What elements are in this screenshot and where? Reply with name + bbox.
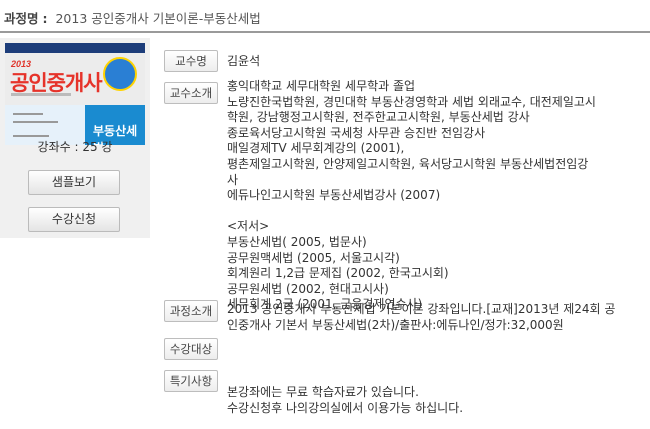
sample-view-button[interactable]: 샘플보기 [28,170,120,195]
professor-name: 김윤석 [227,54,261,68]
intro-line: 평촌제일고시학원, 안양제일고시학원, 육서당고시학원 부동산세법전임강 [227,156,589,171]
target-audience-label: 수강대상 [164,338,218,360]
intro-line: 홍익대학교 세무대학원 세무학과 졸업 [227,79,416,93]
course-intro-label: 과정소개 [164,300,218,322]
professor-name-label: 교수명 [164,50,218,72]
book-entry: 회계원리 1,2급 문제집 (2002, 한국고시회) [227,266,449,281]
special-notes-text: 본강좌에는 무료 학습자료가 있습니다. 수강신청후 나의강의실에서 이용가능 … [227,385,632,416]
special-line: 수강신청후 나의강의실에서 이용가능 하십니다. [227,400,464,415]
lecture-count: 강좌수 : 25 강 [37,140,113,154]
book-entry: 부동산세법( 2005, 법문사) [227,234,367,249]
professor-intro-text: 홍익대학교 세무대학원 세무학과 졸업 노량진한국법학원, 경민대학 부동산경영… [227,79,632,313]
intro-line: 노량진한국법학원, 경민대학 부동산경영학과 세법 외래교수, 대전제일고시 [227,94,596,109]
course-title-bar: 과정명 : 2013 공인중개사 기본이론-부동산세법 [0,0,650,33]
course-name-label: 과정명 [4,11,39,26]
special-line: 본강좌에는 무료 학습자료가 있습니다. [227,385,419,399]
intro-line: 사 [227,172,239,187]
course-intro-line: 2013 공인중개사 부동산세법 기본이론 강좌입니다.[교재]2013년 제2… [227,302,616,316]
book-entry: 공무원세법 (2002, 현대고시사) [227,281,389,296]
course-intro-text: 2013 공인중개사 부동산세법 기본이론 강좌입니다.[교재]2013년 제2… [227,302,632,333]
course-name-separator: : [42,11,48,26]
intro-line: 매일경제TV 세무회계강의 (2001), [227,141,405,156]
intro-line: 에듀나인고시학원 부동산세법강사 (2007) [227,188,441,203]
course-title: 2013 공인중개사 기본이론-부동산세법 [55,11,261,26]
special-notes-label: 특기사항 [164,370,218,392]
book-entry: 공무원맥세법 (2005, 서울고시각) [227,250,400,265]
enroll-button[interactable]: 수강신청 [28,207,120,232]
course-intro-line: 인중개사 기본서 부동산세법(2차)/출판사:에듀나인/정가:32,000원 [227,317,564,332]
books-heading: <저서> [227,219,270,234]
professor-intro-label: 교수소개 [164,82,218,104]
book-badge-icon [103,57,137,91]
intro-line: 종로육서당고시학원 국세청 사무관 승진반 전임강사 [227,125,486,140]
intro-line: 학원, 강남행정고시학원, 전주한교고시학원, 부동산세법 강사 [227,110,530,125]
book-cover-image: 2013 공인중개사 부동산세법 [5,43,145,145]
